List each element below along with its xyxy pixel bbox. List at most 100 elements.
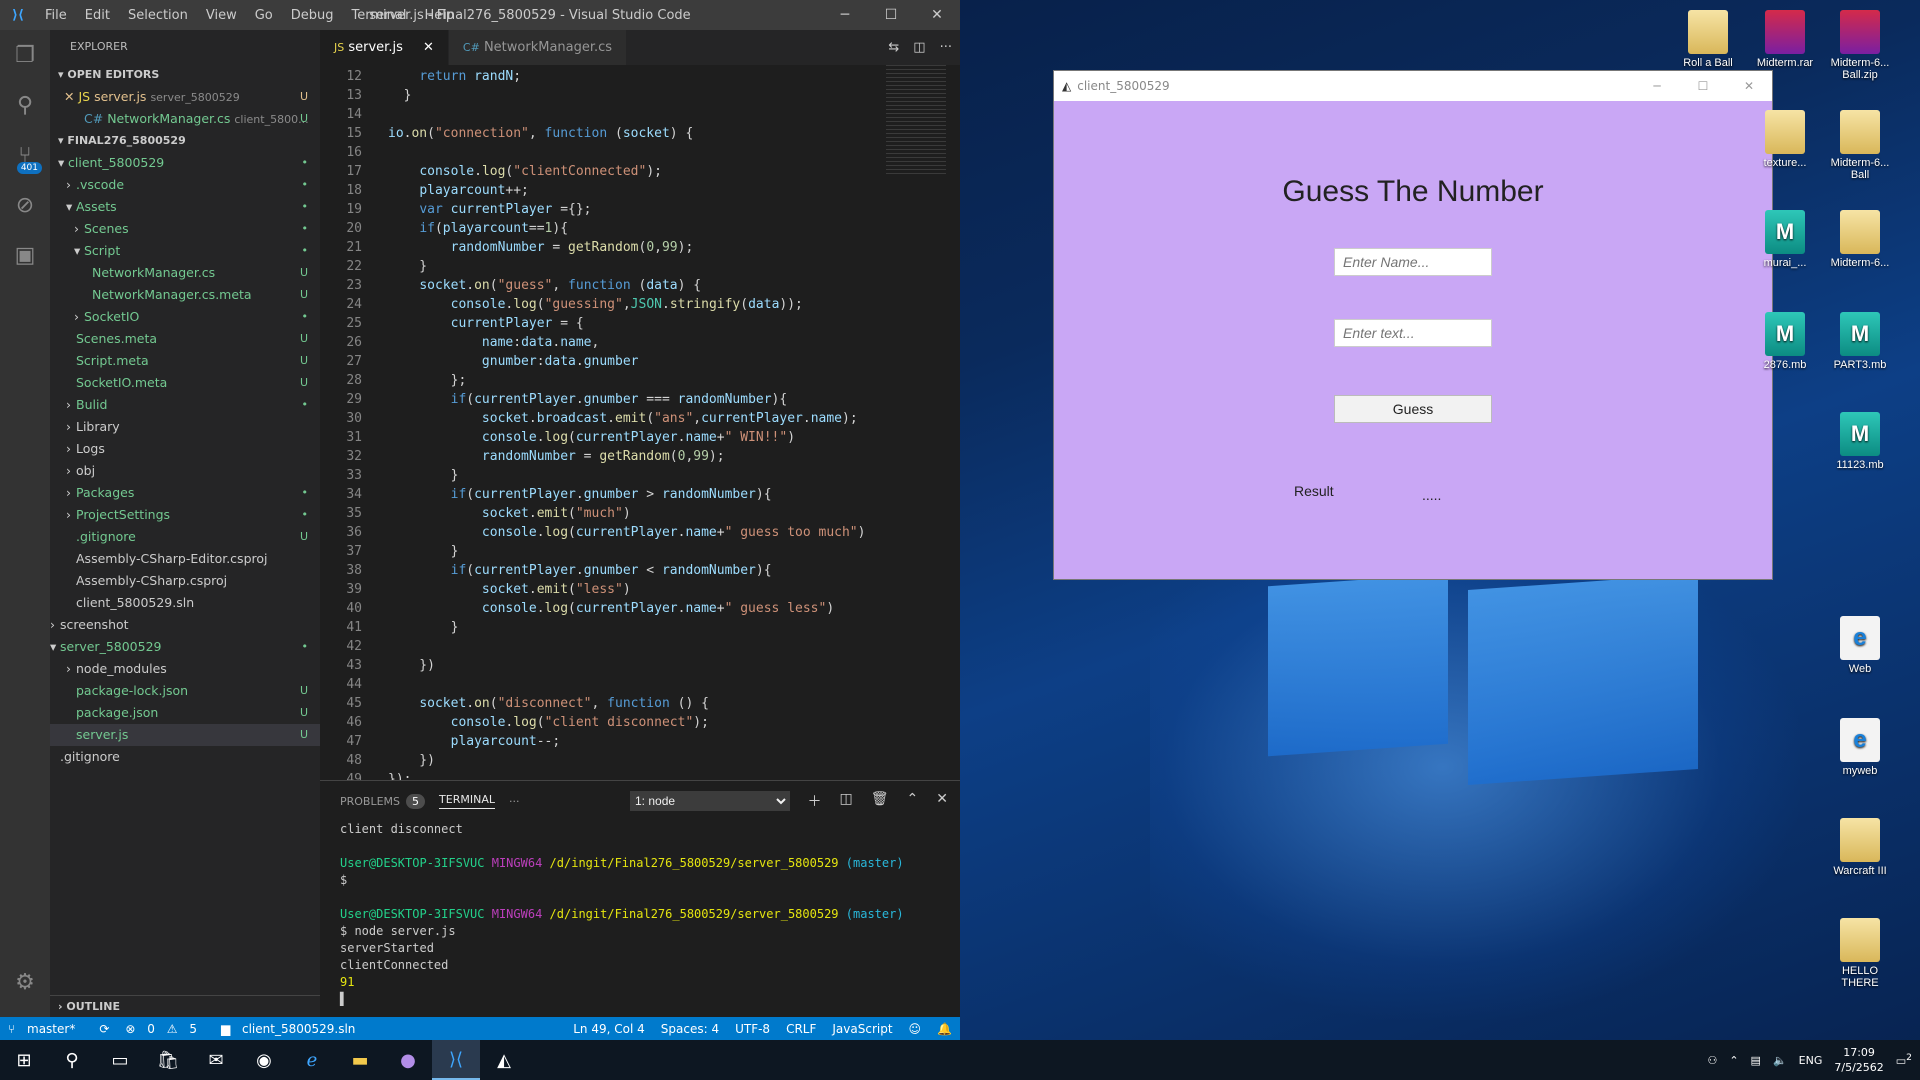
- tree-item[interactable]: Script.meta U: [50, 350, 320, 372]
- menu-selection[interactable]: Selection: [119, 8, 197, 23]
- more-actions-icon[interactable]: ···: [940, 30, 952, 65]
- tree-item[interactable]: NetworkManager.cs U: [50, 262, 320, 284]
- desktop-icon[interactable]: Midterm-6... Ball: [1824, 110, 1896, 181]
- menu-view[interactable]: View: [197, 8, 246, 23]
- desktop-icon[interactable]: M 11123.mb: [1824, 412, 1896, 471]
- tree-item[interactable]: › node_modules: [50, 658, 320, 680]
- git-branch[interactable]: ⑂ master*: [0, 1022, 91, 1036]
- desktop-icon[interactable]: e Web: [1824, 616, 1896, 675]
- tree-item[interactable]: ▾ client_5800529 •: [50, 152, 320, 174]
- search-icon[interactable]: ⚲: [0, 80, 50, 130]
- store-icon[interactable]: 🛍: [144, 1040, 192, 1080]
- split-terminal-icon[interactable]: ◫: [840, 791, 853, 811]
- tree-item[interactable]: client_5800529.sln: [50, 592, 320, 614]
- tree-item[interactable]: › screenshot: [50, 614, 320, 636]
- tree-item[interactable]: › SocketIO •: [50, 306, 320, 328]
- code-editor[interactable]: 12 13 14 15 16 17 18 19 20 21 22 23 24 25 26 27 28 29 30 31…: [320, 65, 960, 780]
- tree-item[interactable]: .gitignore: [50, 746, 320, 768]
- people-icon[interactable]: ⚇: [1707, 1054, 1717, 1067]
- edge-icon[interactable]: ℯ: [288, 1040, 336, 1080]
- open-editor-item[interactable]: C# NetworkManager.cs client_5800... U: [50, 108, 320, 130]
- chevron-up-icon[interactable]: ⌃: [1729, 1054, 1738, 1067]
- gear-icon[interactable]: ⚙: [0, 957, 50, 1007]
- tree-item[interactable]: › Library: [50, 416, 320, 438]
- minimap[interactable]: [886, 65, 946, 175]
- tree-item[interactable]: › .vscode •: [50, 174, 320, 196]
- outline-section[interactable]: › OUTLINE: [50, 995, 320, 1017]
- tab-problems[interactable]: PROBLEMS 5: [340, 793, 426, 809]
- desktop-icon[interactable]: e myweb: [1824, 718, 1896, 777]
- tab-terminal[interactable]: TERMINAL: [439, 793, 495, 809]
- guess-button[interactable]: Guess: [1334, 395, 1492, 423]
- search-icon[interactable]: ⚲: [48, 1040, 96, 1080]
- task-view-icon[interactable]: ▭: [96, 1040, 144, 1080]
- tree-item[interactable]: › Bulid •: [50, 394, 320, 416]
- menu-debug[interactable]: Debug: [282, 8, 343, 23]
- minimize-icon[interactable]: ─: [822, 0, 868, 30]
- tree-item[interactable]: › ProjectSettings •: [50, 504, 320, 526]
- maximize-icon[interactable]: ☐: [1680, 71, 1726, 101]
- smiley-icon[interactable]: ☺: [901, 1022, 930, 1036]
- debug-icon[interactable]: ⊘: [0, 180, 50, 230]
- tree-item[interactable]: › Scenes •: [50, 218, 320, 240]
- tree-item[interactable]: › obj: [50, 460, 320, 482]
- file-explorer-icon[interactable]: ▬: [336, 1040, 384, 1080]
- network-icon[interactable]: ▤: [1751, 1054, 1761, 1067]
- tree-item[interactable]: ▾ Assets •: [50, 196, 320, 218]
- workspace-section[interactable]: ▾ FINAL276_5800529: [50, 130, 320, 152]
- tree-item[interactable]: Assembly-CSharp-Editor.csproj: [50, 548, 320, 570]
- tree-item[interactable]: SocketIO.meta U: [50, 372, 320, 394]
- tree-item[interactable]: Assembly-CSharp.csproj: [50, 570, 320, 592]
- source-control-icon[interactable]: ⑂ 401: [0, 130, 50, 180]
- maximize-panel-icon[interactable]: ⌃: [907, 791, 919, 811]
- open-editors-section[interactable]: ▾ OPEN EDITORS: [50, 64, 320, 86]
- sync-icon[interactable]: ⟳: [91, 1022, 117, 1036]
- desktop-icon[interactable]: HELLO THERE: [1824, 918, 1896, 989]
- vscode-task-icon[interactable]: ⟩⟨: [432, 1040, 480, 1080]
- guess-input[interactable]: [1334, 319, 1492, 347]
- desktop-icon[interactable]: M 2876.mb: [1749, 312, 1821, 371]
- chrome-icon[interactable]: ◉: [240, 1040, 288, 1080]
- app-icon[interactable]: ●: [384, 1040, 432, 1080]
- terminal-output[interactable]: client disconnect User@DESKTOP-3IFSVUC M…: [320, 821, 960, 1008]
- indentation[interactable]: Spaces: 4: [653, 1022, 727, 1036]
- tree-item[interactable]: .gitignore U: [50, 526, 320, 548]
- desktop-icon[interactable]: texture...: [1749, 110, 1821, 169]
- solution-status[interactable]: ▆ client_5800529.sln: [213, 1022, 371, 1036]
- tree-item[interactable]: › Logs: [50, 438, 320, 460]
- windows-start-icon[interactable]: ⊞: [0, 1040, 48, 1080]
- unity-task-icon[interactable]: ◭: [480, 1040, 528, 1080]
- desktop-icon[interactable]: Midterm-6...: [1824, 210, 1896, 269]
- desktop-icon[interactable]: Midterm-6... Ball.zip: [1824, 10, 1896, 81]
- tab-server-js[interactable]: JS server.js ✕: [320, 30, 449, 65]
- desktop-icon[interactable]: Mmurai_...: [1749, 210, 1821, 269]
- terminal-select[interactable]: 1: node: [630, 791, 790, 811]
- open-editor-item[interactable]: ✕ JS server.js server_5800529 U: [50, 86, 320, 108]
- extensions-icon[interactable]: ▣: [0, 230, 50, 280]
- close-icon[interactable]: ✕: [1726, 71, 1772, 101]
- close-panel-icon[interactable]: ✕: [936, 791, 948, 811]
- tree-item[interactable]: › Packages •: [50, 482, 320, 504]
- notification-icon[interactable]: ▭2: [1896, 1052, 1912, 1068]
- tree-item[interactable]: package.json U: [50, 702, 320, 724]
- cursor-position[interactable]: Ln 49, Col 4: [565, 1022, 653, 1036]
- desktop-icon[interactable]: M PART3.mb: [1824, 312, 1896, 371]
- mail-icon[interactable]: ✉: [192, 1040, 240, 1080]
- tree-item[interactable]: ▾ Script •: [50, 240, 320, 262]
- language-mode[interactable]: JavaScript: [824, 1022, 900, 1036]
- menu-go[interactable]: Go: [246, 8, 282, 23]
- trash-icon[interactable]: 🗑: [871, 791, 889, 811]
- close-icon[interactable]: ✕: [914, 0, 960, 30]
- bell-icon[interactable]: 🔔: [929, 1022, 960, 1036]
- tree-item[interactable]: server.js U: [50, 724, 320, 746]
- language-indicator[interactable]: ENG: [1799, 1054, 1823, 1067]
- menu-edit[interactable]: Edit: [76, 8, 119, 23]
- tab-networkmanager-cs[interactable]: C# NetworkManager.cs: [448, 30, 628, 65]
- panel-more-icon[interactable]: ···: [509, 795, 520, 808]
- add-terminal-icon[interactable]: ＋: [808, 791, 822, 811]
- desktop-icon[interactable]: Warcraft III: [1824, 818, 1896, 877]
- clock[interactable]: 17:09 7/5/2562: [1834, 1045, 1883, 1075]
- explorer-icon[interactable]: ❐: [0, 30, 50, 80]
- volume-icon[interactable]: 🔈: [1773, 1054, 1787, 1067]
- desktop-icon[interactable]: Midterm.rar: [1749, 10, 1821, 69]
